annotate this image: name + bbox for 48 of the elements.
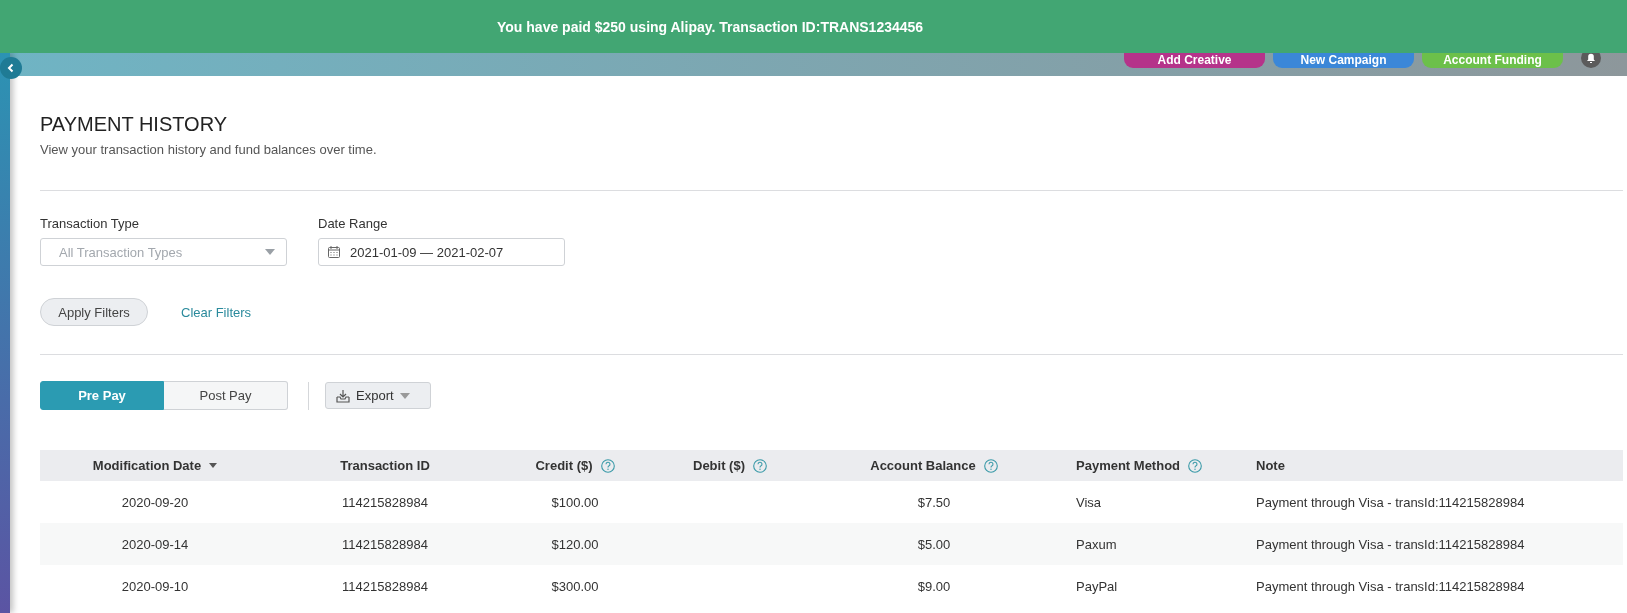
table-cell: $100.00 <box>551 494 599 510</box>
column-header: Account Balance <box>870 458 976 473</box>
table-cell: $9.00 <box>917 578 951 594</box>
tab[interactable]: Post Pay <box>164 381 288 410</box>
table-cell: Payment through Visa - transId:114215828984 <box>1256 536 1525 552</box>
calendar-icon <box>328 246 340 258</box>
payment-message: You have paid $250 using Alipay. Transaction ID:TRANS1234456 <box>497 18 924 35</box>
help-icon[interactable] <box>983 458 998 473</box>
clear-filters-link[interactable]: Clear Filters <box>181 304 252 320</box>
table-cell: 2020-09-14 <box>121 536 189 552</box>
page-subtitle: View your transaction history and fund balances over time. <box>40 142 378 158</box>
field-label: Date Range <box>318 216 389 232</box>
column-header[interactable]: Modification Date <box>92 458 202 473</box>
column-header: Credit ($) <box>535 458 593 473</box>
table-cell: $120.00 <box>551 536 599 552</box>
column-header: Transaction ID <box>340 458 430 473</box>
table-cell: $5.00 <box>917 536 951 552</box>
field-label: Transaction Type <box>40 216 140 232</box>
table-cell: $7.50 <box>917 494 951 510</box>
table-cell: 2020-09-20 <box>121 494 189 510</box>
chevron-left-icon <box>6 63 16 73</box>
help-icon[interactable] <box>1188 458 1202 473</box>
table-cell: Payment through Visa - transId:114215828984 <box>1256 578 1525 594</box>
table-cell: PayPal <box>1076 578 1118 594</box>
help-icon[interactable] <box>600 458 615 473</box>
sort-down-icon[interactable] <box>209 463 218 468</box>
caret-icon <box>265 249 275 255</box>
column-header: Payment Method <box>1076 458 1180 473</box>
transaction-type-dropdown[interactable]: All Transaction Types <box>40 238 287 266</box>
date-range-field[interactable]: 2021-01-09 — 2021-02-07 <box>318 238 565 266</box>
column-header: Debit ($) <box>693 458 745 473</box>
download-tray-icon <box>336 388 350 403</box>
help-icon[interactable] <box>753 458 767 473</box>
table-cell: 2020-09-10 <box>121 578 189 594</box>
header-button[interactable]: Add Creative <box>1124 53 1265 68</box>
table-cell: Visa <box>1076 494 1102 510</box>
apply-filters-button[interactable]: Apply Filters <box>40 298 148 326</box>
export-button[interactable]: Export <box>325 382 431 409</box>
table-cell: 114215828984 <box>342 578 428 594</box>
table-cell: Paxum <box>1076 536 1117 552</box>
table-cell: Payment through Visa - transId:114215828984 <box>1256 494 1525 510</box>
caret-icon <box>399 392 410 399</box>
table-cell: $300.00 <box>551 578 599 594</box>
table-cell: 114215828984 <box>342 536 428 552</box>
table-cell: 114215828984 <box>342 494 428 510</box>
header-button[interactable]: New Campaign <box>1273 53 1414 68</box>
page-title: PAYMENT HISTORY <box>40 112 229 136</box>
column-header: Note <box>1256 458 1285 473</box>
